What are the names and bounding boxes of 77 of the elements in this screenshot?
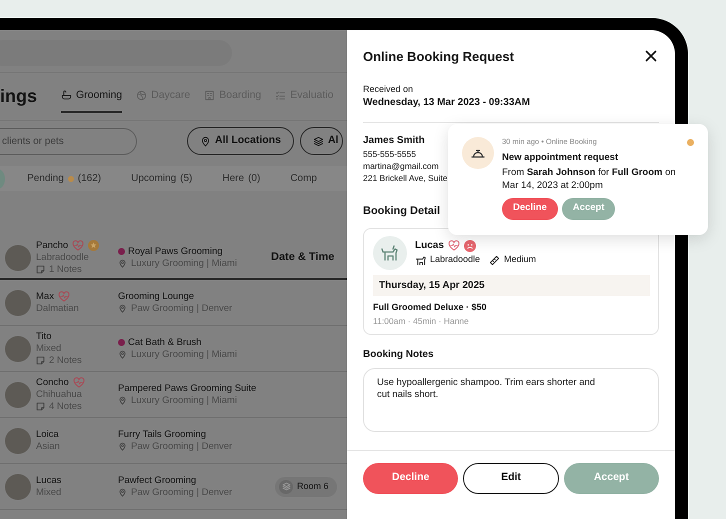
location-pin-icon — [200, 136, 211, 146]
decline-button[interactable]: Decline — [363, 462, 458, 494]
note-icon — [36, 402, 45, 411]
page-title: ings — [0, 85, 38, 108]
pet-photo-placeholder — [5, 428, 31, 454]
salon-name: Furry Tails Grooming — [118, 428, 206, 440]
panel-title: Online Booking Request — [363, 48, 514, 66]
accept-button[interactable]: Accept — [564, 462, 659, 494]
location-pin-icon — [118, 488, 127, 497]
filter-button[interactable]: Al — [300, 127, 344, 155]
received-label: Received on — [363, 83, 414, 95]
salon-name: Royal Paws Grooming — [128, 246, 223, 258]
pet-photo-placeholder — [5, 336, 31, 362]
pet-name: Loica — [36, 428, 59, 440]
section-heading: Booking Notes — [363, 348, 435, 362]
dog-icon — [380, 242, 400, 262]
decline-button[interactable]: Decline — [502, 198, 558, 220]
status-count: (162) — [78, 172, 102, 186]
status-tab[interactable]: Pending — [27, 171, 64, 186]
booking-date: Thursday, 15 Apr 2025 — [373, 274, 650, 296]
pet-photo-placeholder — [5, 382, 31, 408]
status-tab[interactable]: Comp — [290, 171, 317, 186]
edit-button[interactable]: Edit — [463, 462, 559, 494]
client-address: 221 Brickell Ave, Suite — [363, 172, 448, 184]
location-pin-icon — [118, 350, 127, 359]
status-tab[interactable]: Upcoming — [131, 171, 176, 186]
ruler-icon — [489, 254, 500, 266]
building-icon — [204, 90, 216, 101]
notification-title: New appointment request — [502, 151, 620, 166]
client-phone: 555-555-5555 — [363, 148, 416, 160]
section-heading: Booking Detail — [363, 204, 440, 219]
room-badge: Room 6 — [275, 476, 337, 496]
filter-button[interactable]: All Locations — [187, 127, 294, 155]
notes-text: Use hypoallergenic shampoo. Trim ears shorter and cut nails short. — [377, 376, 596, 401]
pet-name: Concho — [36, 376, 69, 388]
pet-size: Medium — [504, 253, 536, 266]
status-count: (5) — [180, 172, 192, 186]
location-pin-icon — [118, 304, 127, 313]
pet-name: Max — [36, 290, 54, 302]
status-count: (0) — [248, 172, 260, 186]
notes-field[interactable]: Use hypoallergenic shampoo. Trim ears shorter and cut nails short. — [363, 368, 659, 432]
pet-name: Tito — [36, 330, 52, 342]
checklist-icon — [275, 90, 286, 101]
salon-name: Cat Bath & Brush — [128, 336, 202, 348]
location-pin-icon — [118, 259, 127, 268]
client-name: James Smith — [363, 134, 425, 148]
search-field[interactable]: clients or pets — [0, 128, 137, 154]
layers-icon — [312, 136, 324, 146]
received-date: Wednesday, 13 Mar 2023 - 09:33AM — [363, 96, 531, 110]
tab[interactable]: Grooming — [61, 80, 122, 114]
ball-icon — [136, 90, 148, 101]
salon-name: Pampered Paws Grooming Suite — [118, 382, 256, 394]
pet-name: Pancho — [36, 240, 68, 252]
pet-photo-placeholder — [5, 474, 31, 500]
service-details: 11:00am · 45min · Hanne — [373, 315, 470, 328]
note-icon — [36, 356, 45, 365]
column-header: Date & Time — [271, 250, 334, 266]
pet-photo-placeholder — [5, 244, 31, 270]
layers-icon — [282, 482, 290, 491]
service-name: Full Groomed Deluxe · $50 — [373, 300, 488, 314]
location-pin-icon — [118, 442, 127, 451]
pet-name: Lucas — [36, 474, 62, 486]
client-email: martina@gmail.com — [363, 160, 439, 172]
close-button[interactable] — [645, 50, 659, 64]
close-icon — [645, 50, 657, 62]
pet-name: Lucas — [415, 239, 444, 254]
dog-icon — [415, 254, 426, 266]
pet-breed: Labradoodle — [430, 253, 480, 266]
note-icon — [36, 265, 45, 274]
salon-name: Pawfect Grooming — [118, 474, 196, 486]
status-tab[interactable]: Here — [222, 171, 244, 186]
salon-name: Grooming Lounge — [118, 290, 194, 302]
pet-photo-placeholder — [5, 290, 31, 316]
bathtub-icon — [61, 90, 72, 101]
accept-button[interactable]: Accept — [562, 198, 616, 220]
notification-message: From Sarah Johnson for Full Groom on Mar 14, 2023 at 2:00pm — [502, 166, 677, 192]
location-pin-icon — [118, 396, 127, 405]
